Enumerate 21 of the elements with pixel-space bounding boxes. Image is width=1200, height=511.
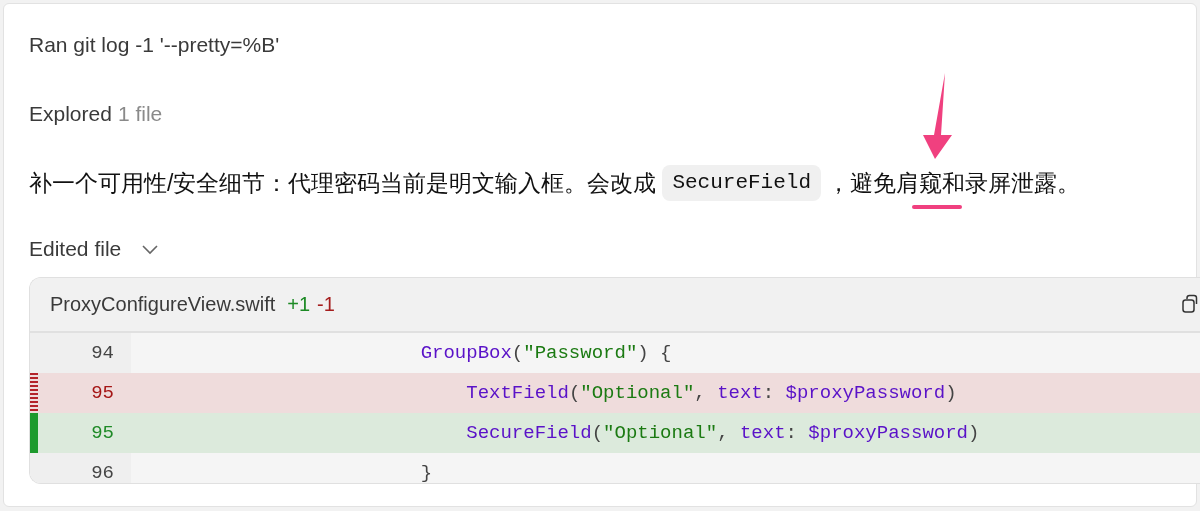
line-number: 95 — [91, 382, 114, 404]
explored-label: Explored — [29, 101, 112, 127]
copy-icon[interactable] — [1181, 294, 1199, 314]
code-line: GroupBox("Password") { — [419, 341, 672, 366]
inline-code: SecureField — [662, 165, 821, 201]
removed-count: -1 — [317, 293, 335, 316]
edited-file-label: Edited file — [29, 237, 122, 261]
file-name: ProxyConfigureView.swift — [50, 293, 276, 316]
code-line: SecureField("Optional", text: $proxyPassword) — [465, 421, 980, 446]
line-number: 94 — [91, 342, 114, 364]
code-line: } — [419, 461, 433, 483]
line-number: 96 — [91, 462, 114, 483]
added-count: +1 — [287, 293, 311, 316]
note-text: ，避免肩窥和录屏泄露。 — [827, 169, 1080, 198]
highlight-underline — [912, 205, 962, 209]
line-number: 95 — [91, 422, 114, 444]
code-line: TextField("Optional", text: $proxyPassword) — [465, 381, 957, 406]
command-summary: Ran git log -1 '--pretty=%B' — [29, 32, 281, 58]
chevron-down-icon[interactable] — [141, 243, 160, 255]
explored-count: 1 file — [117, 101, 163, 127]
note-text: 补一个可用性/安全细节：代理密码当前是明文输入框。会改成 — [29, 169, 657, 198]
